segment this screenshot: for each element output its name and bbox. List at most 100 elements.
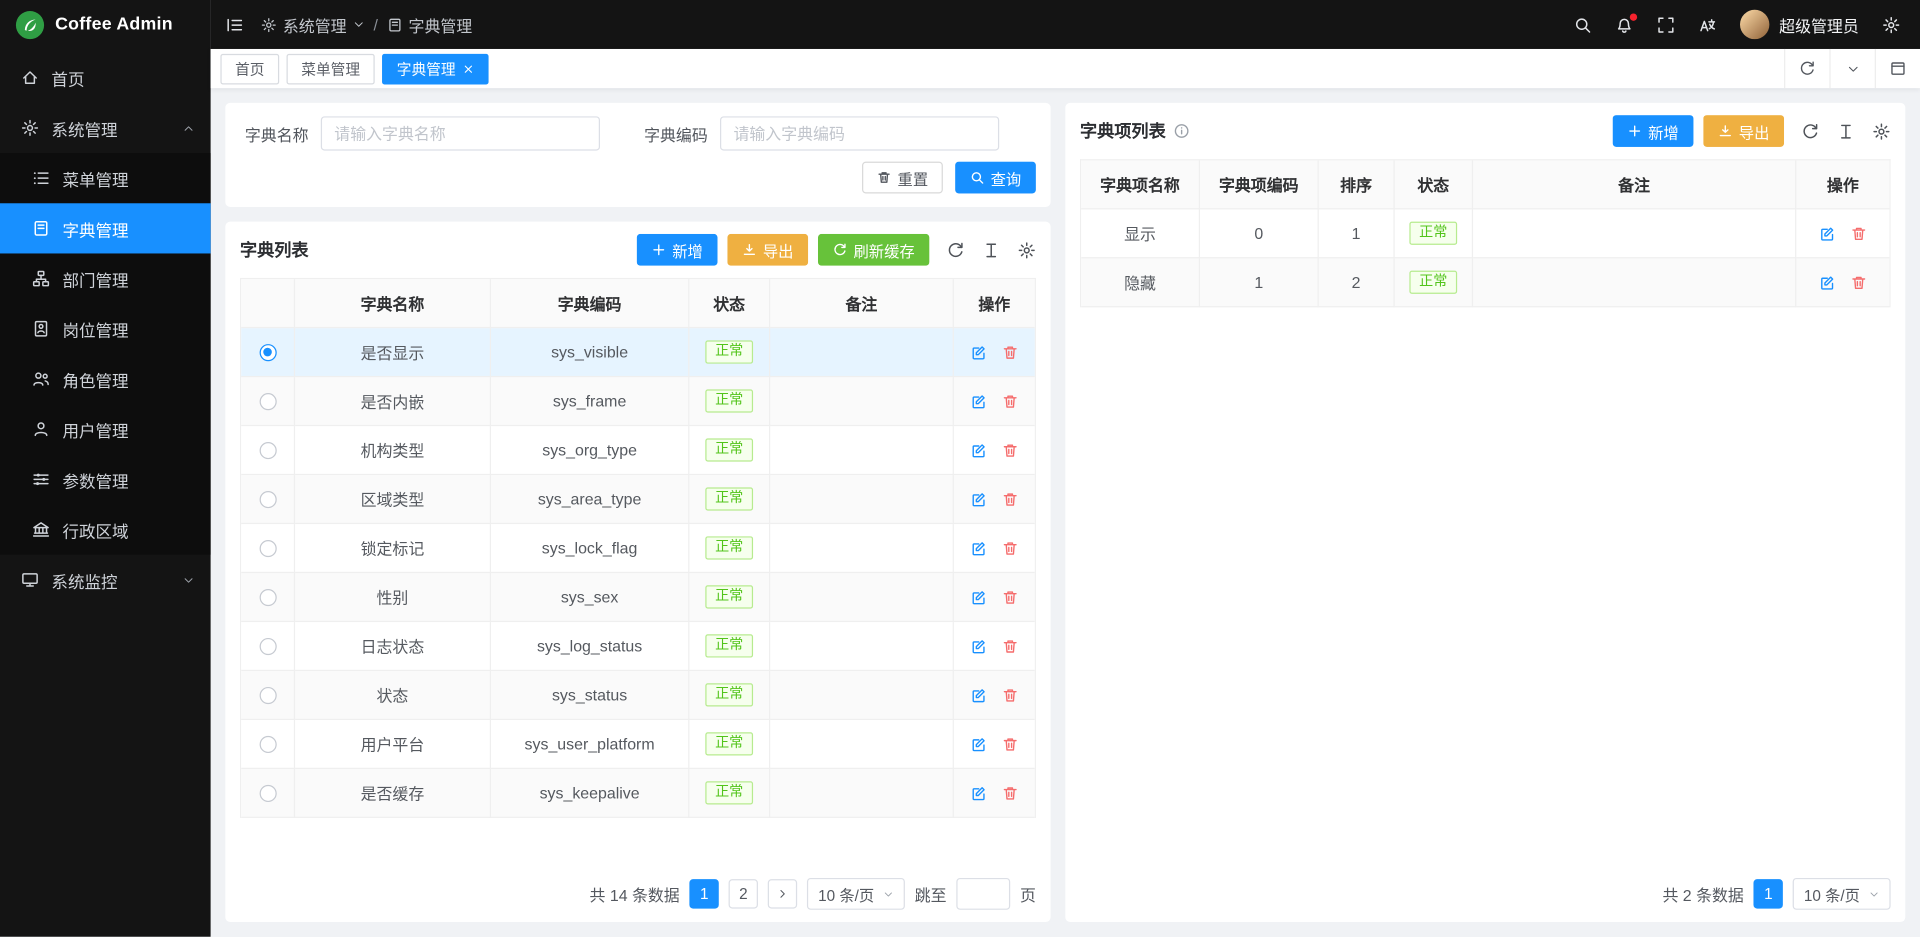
- delete-icon[interactable]: [1002, 784, 1019, 801]
- refresh-icon[interactable]: [1784, 49, 1829, 88]
- sidebar-item-user-mgmt[interactable]: 用户管理: [0, 404, 211, 454]
- column-header: 排序: [1319, 160, 1395, 209]
- table-row[interactable]: 机构类型 sys_org_type 正常: [241, 426, 1034, 475]
- query-button[interactable]: 查询: [955, 162, 1036, 194]
- row-radio[interactable]: [259, 392, 276, 409]
- sidebar-item-region[interactable]: 行政区域: [0, 504, 211, 554]
- delete-icon[interactable]: [1002, 637, 1019, 654]
- sidebar-item-param-mgmt[interactable]: 参数管理: [0, 454, 211, 504]
- page-size-select[interactable]: 10 条/页: [807, 878, 905, 910]
- notification-icon[interactable]: [1615, 15, 1633, 33]
- tab-menu-mgmt[interactable]: 菜单管理: [287, 53, 375, 84]
- fullscreen-icon[interactable]: [1657, 15, 1675, 33]
- user-menu[interactable]: 超级管理员: [1740, 10, 1859, 39]
- sidebar-item-dict-mgmt[interactable]: 字典管理: [0, 203, 211, 253]
- row-radio[interactable]: [259, 735, 276, 752]
- row-radio[interactable]: [259, 784, 276, 801]
- search-icon[interactable]: [1573, 15, 1591, 33]
- column-settings-icon[interactable]: [982, 241, 1000, 259]
- jump-page-input[interactable]: [956, 878, 1010, 910]
- row-radio[interactable]: [259, 637, 276, 654]
- info-icon[interactable]: [1173, 122, 1190, 139]
- table-row[interactable]: 性别 sys_sex 正常: [241, 573, 1034, 622]
- table-row[interactable]: 日志状态 sys_log_status 正常: [241, 622, 1034, 671]
- content-fullscreen-icon[interactable]: [1875, 49, 1920, 88]
- refresh-icon[interactable]: [947, 241, 965, 259]
- tab-home[interactable]: 首页: [220, 53, 279, 84]
- sidebar-item-monitor[interactable]: 系统监控: [0, 555, 211, 605]
- edit-icon[interactable]: [970, 784, 987, 801]
- row-radio[interactable]: [259, 539, 276, 556]
- edit-icon[interactable]: [970, 539, 987, 556]
- page-size-select[interactable]: 10 条/页: [1793, 878, 1891, 910]
- sidebar-item-system[interactable]: 系统管理: [0, 103, 211, 153]
- row-radio[interactable]: [259, 441, 276, 458]
- delete-icon[interactable]: [1002, 343, 1019, 360]
- page-1-button[interactable]: 1: [690, 880, 719, 909]
- sidebar-item-role-mgmt[interactable]: 角色管理: [0, 354, 211, 404]
- row-radio[interactable]: [259, 588, 276, 605]
- settings-icon[interactable]: [1882, 15, 1900, 33]
- table-row[interactable]: 是否缓存 sys_keepalive 正常: [241, 769, 1034, 818]
- tab-dict-mgmt[interactable]: 字典管理: [382, 53, 489, 84]
- delete-icon[interactable]: [1002, 392, 1019, 409]
- delete-icon[interactable]: [1002, 539, 1019, 556]
- page-next-icon[interactable]: [768, 880, 797, 909]
- table-row[interactable]: 隐藏 1 2 正常: [1081, 258, 1889, 307]
- row-radio[interactable]: [259, 686, 276, 703]
- sidebar-item-post-mgmt[interactable]: 岗位管理: [0, 304, 211, 354]
- row-radio[interactable]: [259, 490, 276, 507]
- edit-icon[interactable]: [970, 343, 987, 360]
- breadcrumb-system[interactable]: 系统管理: [261, 13, 365, 36]
- language-icon[interactable]: [1698, 15, 1716, 33]
- breadcrumb-dict[interactable]: 字典管理: [386, 13, 472, 36]
- reset-button[interactable]: 重置: [862, 162, 943, 194]
- app-logo[interactable]: Coffee Admin: [0, 0, 211, 49]
- table-row[interactable]: 状态 sys_status 正常: [241, 671, 1034, 720]
- add-button[interactable]: 新增: [637, 234, 718, 266]
- edit-icon[interactable]: [970, 441, 987, 458]
- sidebar-item-menu-mgmt[interactable]: 菜单管理: [0, 153, 211, 203]
- table-row[interactable]: 区域类型 sys_area_type 正常: [241, 475, 1034, 524]
- delete-icon[interactable]: [1002, 441, 1019, 458]
- close-icon[interactable]: [463, 63, 474, 74]
- edit-icon[interactable]: [970, 588, 987, 605]
- export-button[interactable]: 导出: [1703, 115, 1784, 147]
- edit-icon[interactable]: [970, 392, 987, 409]
- page-1-button[interactable]: 1: [1754, 880, 1783, 909]
- edit-icon[interactable]: [1818, 225, 1835, 242]
- delete-icon[interactable]: [1002, 686, 1019, 703]
- table-row[interactable]: 是否内嵌 sys_frame 正常: [241, 377, 1034, 426]
- table-row[interactable]: 锁定标记 sys_lock_flag 正常: [241, 524, 1034, 573]
- dict-name-input[interactable]: [321, 116, 600, 150]
- delete-icon[interactable]: [1002, 588, 1019, 605]
- home-icon: [21, 69, 39, 87]
- table-row[interactable]: 用户平台 sys_user_platform 正常: [241, 720, 1034, 769]
- edit-icon[interactable]: [970, 490, 987, 507]
- refresh-cache-button[interactable]: 刷新缓存: [818, 234, 929, 266]
- delete-icon[interactable]: [1002, 490, 1019, 507]
- row-radio[interactable]: [259, 343, 276, 360]
- sidebar-toggle-icon[interactable]: [225, 15, 243, 33]
- refresh-icon[interactable]: [1801, 122, 1819, 140]
- delete-icon[interactable]: [1002, 735, 1019, 752]
- page-2-button[interactable]: 2: [729, 880, 758, 909]
- edit-icon[interactable]: [970, 686, 987, 703]
- export-button[interactable]: 导出: [727, 234, 808, 266]
- delete-icon[interactable]: [1850, 225, 1867, 242]
- sidebar-item-dept-mgmt[interactable]: 部门管理: [0, 253, 211, 303]
- column-settings-icon[interactable]: [1837, 122, 1855, 140]
- table-row[interactable]: 是否显示 sys_visible 正常: [241, 328, 1034, 377]
- add-button[interactable]: 新增: [1613, 115, 1694, 147]
- table-row[interactable]: 显示 0 1 正常: [1081, 209, 1889, 258]
- cell-item-sort: 1: [1319, 209, 1395, 258]
- sidebar-item-home[interactable]: 首页: [0, 53, 211, 103]
- delete-icon[interactable]: [1850, 274, 1867, 291]
- dict-code-input[interactable]: [720, 116, 999, 150]
- chevron-down-icon[interactable]: [1829, 49, 1874, 88]
- settings-icon[interactable]: [1018, 241, 1036, 259]
- settings-icon[interactable]: [1872, 122, 1890, 140]
- edit-icon[interactable]: [970, 735, 987, 752]
- edit-icon[interactable]: [1818, 274, 1835, 291]
- edit-icon[interactable]: [970, 637, 987, 654]
